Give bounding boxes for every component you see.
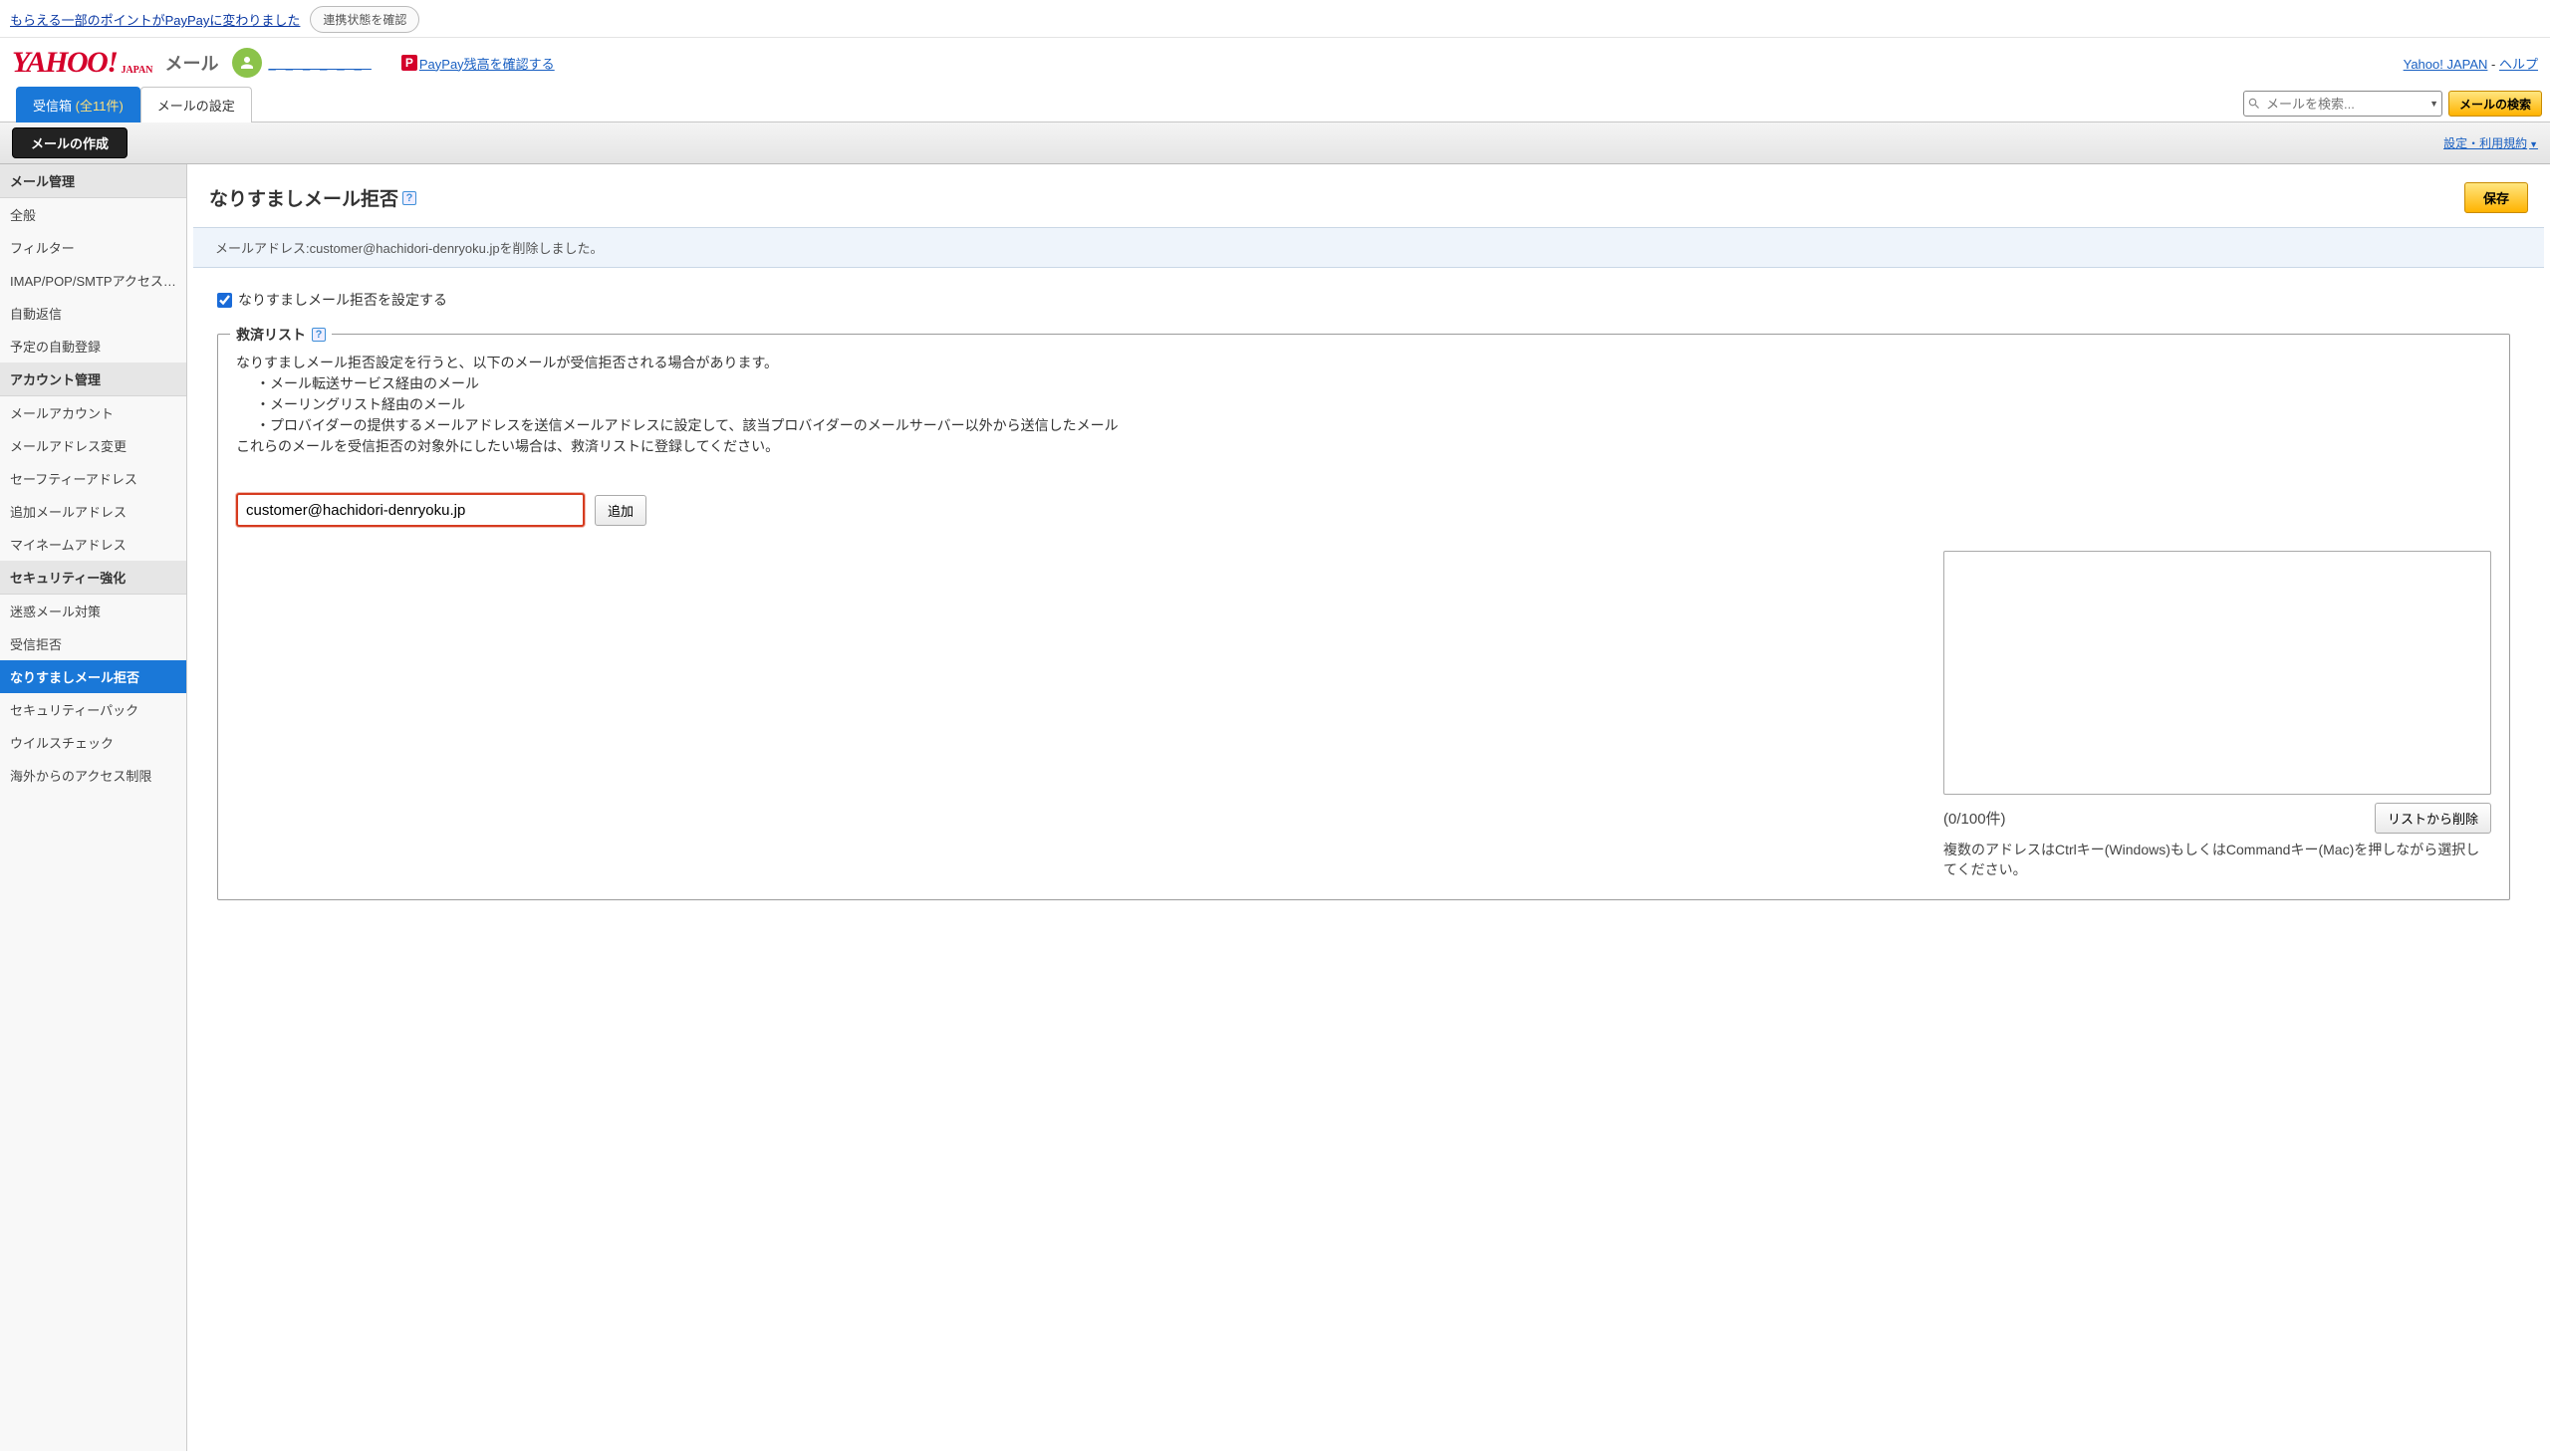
desc-bullet-1: ・メール転送サービス経由のメール bbox=[236, 373, 2491, 394]
tab-row: 受信箱 (全11件) メールの設定 ▼ メールの検索 bbox=[0, 86, 2550, 122]
page-title: なりすましメール拒否 bbox=[209, 184, 398, 211]
search-input[interactable] bbox=[2243, 91, 2442, 117]
username-link[interactable]: ______ bbox=[268, 56, 371, 71]
paypay-icon: P bbox=[401, 55, 417, 71]
list-count: (0/100件) bbox=[1943, 808, 2006, 829]
add-button[interactable]: 追加 bbox=[595, 495, 646, 526]
notice-link[interactable]: もらえる一部のポイントがPayPayに変わりました bbox=[10, 10, 300, 29]
sidebar-item-secpack[interactable]: セキュリティーパック bbox=[0, 693, 186, 726]
main: なりすましメール拒否 ? 保存 メールアドレス:customer@hachido… bbox=[187, 164, 2550, 1451]
settings-terms-label: 設定・利用規約 bbox=[2443, 136, 2527, 150]
help-icon[interactable]: ? bbox=[402, 191, 416, 205]
info-banner: メールアドレス:customer@hachidori-denryoku.jpを削… bbox=[193, 227, 2544, 268]
sidebar-item-filter[interactable]: フィルター bbox=[0, 231, 186, 264]
sidebar-item-virus[interactable]: ウイルスチェック bbox=[0, 726, 186, 759]
rescue-list-legend: 救済リスト ? bbox=[230, 325, 332, 345]
user-icon bbox=[238, 54, 256, 72]
top-notice-bar: もらえる一部のポイントがPayPayに変わりました 連携状態を確認 bbox=[0, 0, 2550, 38]
paypay-link[interactable]: PayPay残高を確認する bbox=[419, 54, 555, 73]
sidebar-item-mynameaddr[interactable]: マイネームアドレス bbox=[0, 528, 186, 561]
sidebar-item-block[interactable]: 受信拒否 bbox=[0, 627, 186, 660]
sidebar-item-spam[interactable]: 迷惑メール対策 bbox=[0, 595, 186, 627]
sidebar-head-security: セキュリティー強化 bbox=[0, 561, 186, 595]
paypay-section: P PayPay残高を確認する bbox=[401, 54, 555, 73]
search-icon bbox=[2247, 97, 2261, 111]
multiselect-hint: 複数のアドレスはCtrlキー(Windows)もしくはCommandキー(Mac… bbox=[1943, 840, 2491, 879]
help-icon-rescue[interactable]: ? bbox=[312, 328, 326, 342]
header-links: Yahoo! JAPAN - ヘルプ bbox=[2404, 54, 2538, 73]
list-foot: (0/100件) リストから削除 bbox=[1943, 803, 2491, 834]
yahoo-japan-link[interactable]: Yahoo! JAPAN bbox=[2404, 57, 2488, 72]
sidebar-head-mail: メール管理 bbox=[0, 164, 186, 198]
sidebar-item-changeaddr[interactable]: メールアドレス変更 bbox=[0, 429, 186, 462]
compose-button[interactable]: メールの作成 bbox=[12, 127, 128, 158]
sidebar-item-autoreply[interactable]: 自動返信 bbox=[0, 297, 186, 330]
tab-inbox[interactable]: 受信箱 (全11件) bbox=[16, 87, 140, 122]
desc-bullet-3: ・プロバイダーの提供するメールアドレスを送信メールアドレスに設定して、該当プロバ… bbox=[236, 415, 2491, 436]
search-box: ▼ メールの検索 bbox=[2243, 91, 2542, 117]
search-button[interactable]: メールの検索 bbox=[2448, 91, 2542, 117]
sidebar-item-account[interactable]: メールアカウント bbox=[0, 396, 186, 429]
email-input[interactable] bbox=[236, 493, 585, 527]
save-button[interactable]: 保存 bbox=[2464, 182, 2528, 213]
rescue-desc: なりすましメール拒否設定を行うと、以下のメールが受信拒否される場合があります。 … bbox=[218, 353, 2509, 475]
search-dropdown-caret-icon[interactable]: ▼ bbox=[2429, 99, 2438, 109]
tab-settings[interactable]: メールの設定 bbox=[140, 87, 252, 122]
tab-inbox-count: (全11件) bbox=[72, 99, 124, 114]
rescue-list-fieldset: 救済リスト ? なりすましメール拒否設定を行うと、以下のメールが受信拒否される場… bbox=[217, 334, 2510, 900]
desc-intro: なりすましメール拒否設定を行うと、以下のメールが受信拒否される場合があります。 bbox=[236, 353, 2491, 373]
list-section: (0/100件) リストから削除 複数のアドレスはCtrlキー(Windows)… bbox=[218, 551, 2509, 899]
enable-spoofing-row: なりすましメール拒否を設定する bbox=[217, 290, 2520, 310]
yahoo-logo[interactable]: YAHOO! JAPAN bbox=[12, 48, 152, 78]
sidebar-item-imap[interactable]: IMAP/POP/SMTPアクセス… bbox=[0, 264, 186, 297]
settings-terms-link[interactable]: 設定・利用規約▼ bbox=[2443, 134, 2538, 151]
header: YAHOO! JAPAN メール ______ P PayPay残高を確認する … bbox=[0, 38, 2550, 86]
avatar[interactable] bbox=[232, 48, 262, 78]
enable-spoofing-label: なりすましメール拒否を設定する bbox=[238, 290, 447, 310]
remove-from-list-button[interactable]: リストから削除 bbox=[2375, 803, 2491, 834]
sidebar-item-overseas[interactable]: 海外からのアクセス制限 bbox=[0, 759, 186, 792]
sidebar-head-account: アカウント管理 bbox=[0, 363, 186, 396]
link-status-button[interactable]: 連携状態を確認 bbox=[310, 6, 419, 33]
enable-spoofing-checkbox[interactable] bbox=[217, 293, 232, 308]
sidebar: メール管理 全般 フィルター IMAP/POP/SMTPアクセス… 自動返信 予… bbox=[0, 164, 187, 1451]
sidebar-item-addaddr[interactable]: 追加メールアドレス bbox=[0, 495, 186, 528]
header-sep: - bbox=[2487, 57, 2499, 72]
page-title-row: なりすましメール拒否 ? 保存 bbox=[187, 164, 2550, 227]
logo-subtext: JAPAN bbox=[121, 65, 152, 76]
product-name: メール bbox=[164, 50, 218, 76]
content: メール管理 全般 フィルター IMAP/POP/SMTPアクセス… 自動返信 予… bbox=[0, 164, 2550, 1451]
chevron-down-icon: ▼ bbox=[2529, 139, 2538, 149]
sidebar-item-schedule[interactable]: 予定の自動登録 bbox=[0, 330, 186, 363]
form-area: なりすましメール拒否を設定する 救済リスト ? なりすましメール拒否設定を行うと… bbox=[187, 268, 2550, 922]
sidebar-item-safetyaddr[interactable]: セーフティーアドレス bbox=[0, 462, 186, 495]
desc-bullet-2: ・メーリングリスト経由のメール bbox=[236, 394, 2491, 415]
toolbar: メールの作成 設定・利用規約▼ bbox=[0, 122, 2550, 164]
tab-inbox-label: 受信箱 bbox=[33, 99, 72, 114]
logo-text: YAHOO! bbox=[12, 48, 117, 78]
sidebar-item-general[interactable]: 全般 bbox=[0, 198, 186, 231]
add-row: 追加 bbox=[218, 475, 2509, 551]
desc-outro: これらのメールを受信拒否の対象外にしたい場合は、救済リストに登録してください。 bbox=[236, 436, 2491, 457]
rescue-list-title: 救済リスト bbox=[236, 325, 306, 345]
help-link[interactable]: ヘルプ bbox=[2499, 57, 2538, 72]
list-right: (0/100件) リストから削除 複数のアドレスはCtrlキー(Windows)… bbox=[1943, 551, 2491, 879]
sidebar-item-spoofing[interactable]: なりすましメール拒否 bbox=[0, 660, 186, 693]
rescue-listbox[interactable] bbox=[1943, 551, 2491, 795]
